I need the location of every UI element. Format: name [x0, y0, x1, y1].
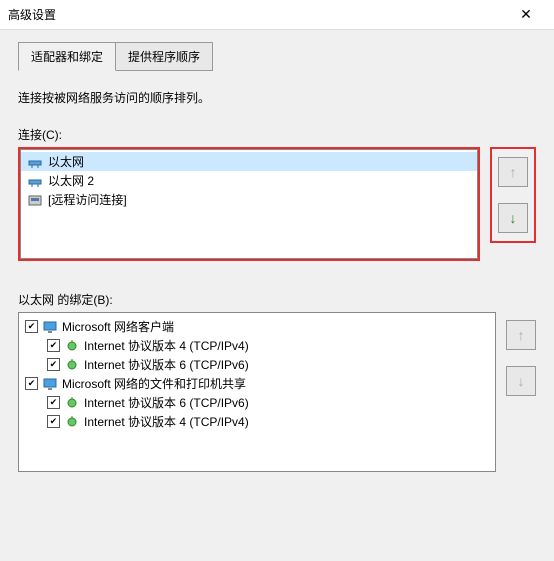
network-adapter-icon — [27, 154, 43, 170]
tree-item-label: Internet 协议版本 4 (TCP/IPv4) — [84, 337, 249, 354]
close-icon: ✕ — [520, 6, 532, 23]
checkbox[interactable] — [47, 396, 60, 409]
arrow-down-icon: ↓ — [510, 210, 517, 226]
connection-item-remote[interactable]: [远程访问连接] — [21, 190, 477, 209]
connections-label: 连接(C): — [18, 126, 536, 143]
connections-area: 以太网 以太网 2 [远程访问连接] ↑ — [18, 147, 536, 261]
protocol-icon — [64, 395, 80, 411]
protocol-icon — [64, 414, 80, 430]
close-button[interactable]: ✕ — [506, 0, 546, 30]
tree-item-label: Internet 协议版本 4 (TCP/IPv4) — [84, 413, 249, 430]
network-adapter-icon — [27, 173, 43, 189]
dialup-icon — [27, 192, 43, 208]
titlebar: 高级设置 ✕ — [0, 0, 554, 30]
checkbox[interactable] — [25, 320, 38, 333]
move-down-button[interactable]: ↓ — [506, 366, 536, 396]
tree-child-ipv4[interactable]: Internet 协议版本 4 (TCP/IPv4) — [21, 336, 493, 355]
tree-item-label: Internet 协议版本 6 (TCP/IPv6) — [84, 394, 249, 411]
checkbox[interactable] — [47, 358, 60, 371]
window-title: 高级设置 — [8, 6, 506, 23]
tab-adapters-bindings[interactable]: 适配器和绑定 — [18, 42, 116, 71]
arrow-up-icon: ↑ — [518, 327, 525, 343]
content-area: 适配器和绑定 提供程序顺序 连接按被网络服务访问的顺序排列。 连接(C): 以太… — [0, 30, 554, 484]
checkbox[interactable] — [25, 377, 38, 390]
connection-item-label: 以太网 — [48, 153, 84, 170]
tree-parent-fileprint[interactable]: Microsoft 网络的文件和打印机共享 — [21, 374, 493, 393]
tab-label: 适配器和绑定 — [31, 50, 103, 64]
move-up-button[interactable]: ↑ — [506, 320, 536, 350]
checkbox[interactable] — [47, 339, 60, 352]
protocol-icon — [64, 357, 80, 373]
tab-bar: 适配器和绑定 提供程序顺序 — [18, 42, 536, 71]
move-down-button[interactable]: ↓ — [498, 203, 528, 233]
protocol-icon — [64, 338, 80, 354]
tree-child-ipv6-2[interactable]: Internet 协议版本 6 (TCP/IPv6) — [21, 393, 493, 412]
bindings-area: Microsoft 网络客户端 Internet 协议版本 4 (TCP/IPv… — [18, 312, 536, 472]
connections-arrow-group: ↑ ↓ — [490, 147, 536, 243]
bindings-label: 以太网 的绑定(B): — [18, 291, 536, 308]
connection-item-ethernet[interactable]: 以太网 — [21, 152, 477, 171]
description-text: 连接按被网络服务访问的顺序排列。 — [18, 89, 536, 106]
monitor-icon — [42, 376, 58, 392]
bindings-arrow-group: ↑ ↓ — [506, 312, 536, 396]
tab-label: 提供程序顺序 — [128, 50, 200, 64]
monitor-icon — [42, 319, 58, 335]
tree-parent-msclient[interactable]: Microsoft 网络客户端 — [21, 317, 493, 336]
connection-item-label: [远程访问连接] — [48, 191, 127, 208]
arrow-down-icon: ↓ — [518, 373, 525, 389]
connection-item-label: 以太网 2 — [48, 172, 94, 189]
connection-item-ethernet2[interactable]: 以太网 2 — [21, 171, 477, 190]
tree-item-label: Microsoft 网络的文件和打印机共享 — [62, 375, 246, 392]
tree-child-ipv6[interactable]: Internet 协议版本 6 (TCP/IPv6) — [21, 355, 493, 374]
tab-provider-order[interactable]: 提供程序顺序 — [115, 42, 213, 71]
tree-item-label: Microsoft 网络客户端 — [62, 318, 174, 335]
connections-list[interactable]: 以太网 以太网 2 [远程访问连接] — [20, 149, 478, 259]
arrow-up-icon: ↑ — [510, 164, 517, 180]
tree-item-label: Internet 协议版本 6 (TCP/IPv6) — [84, 356, 249, 373]
checkbox[interactable] — [47, 415, 60, 428]
tree-child-ipv4-2[interactable]: Internet 协议版本 4 (TCP/IPv4) — [21, 412, 493, 431]
move-up-button[interactable]: ↑ — [498, 157, 528, 187]
connections-highlight: 以太网 以太网 2 [远程访问连接] — [18, 147, 480, 261]
bindings-tree[interactable]: Microsoft 网络客户端 Internet 协议版本 4 (TCP/IPv… — [18, 312, 496, 472]
